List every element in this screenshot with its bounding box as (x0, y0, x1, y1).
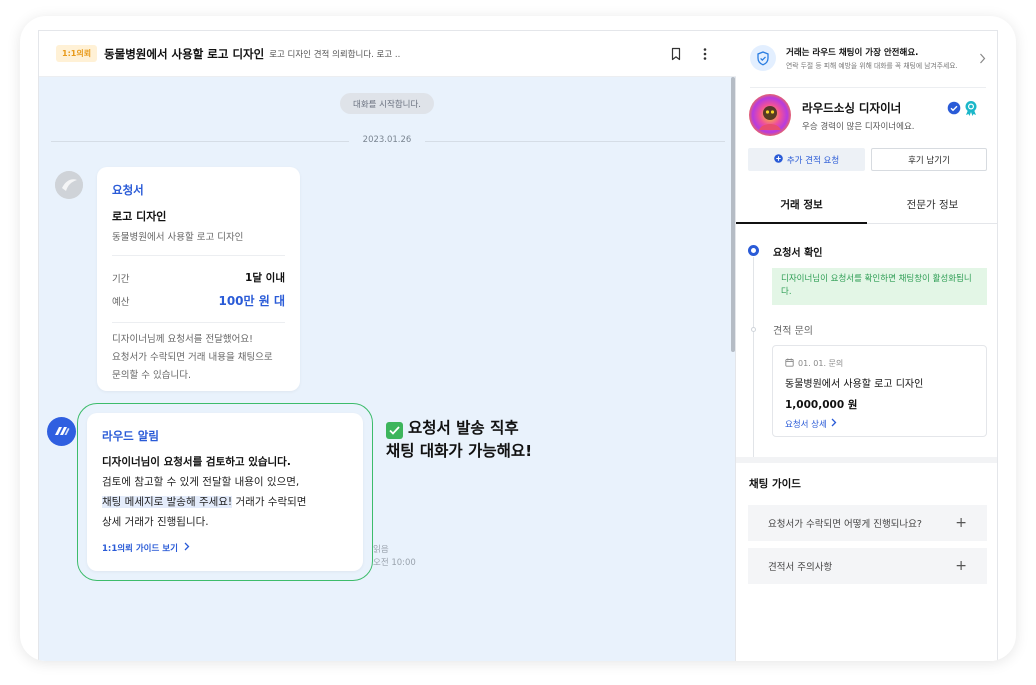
chat-subtitle: 로고 디자인 견적 의뢰합니다. 로고 .. (269, 49, 401, 60)
side-tabs: 거래 정보 전문가 정보 (736, 186, 997, 224)
safety-title: 거래는 라우드 채팅이 가장 안전해요. (786, 48, 919, 58)
date-divider-text: 2023.01.26 (362, 135, 412, 145)
request-item-description: 동물병원에서 사용할 로고 디자인 (112, 232, 244, 243)
plus-icon: + (955, 515, 967, 531)
read-meta: 읽음 오전 10:00 (373, 544, 416, 570)
step-quote-inquiry: 견적 문의 (773, 326, 813, 337)
date-divider-right (425, 141, 725, 142)
faq-item-quote-caution[interactable]: 견적서 주의사항 + (748, 548, 987, 584)
safety-banner[interactable]: 거래는 라우드 채팅이 가장 안전해요. 연락 두절 등 피해 예방을 위해 대… (750, 41, 986, 75)
request-detail-link[interactable]: 요청서 상세 (785, 418, 974, 430)
designer-name: 라우드소싱 디자이너 (802, 101, 902, 115)
check-mark-icon (386, 422, 403, 439)
request-card: 요청서 로고 디자인 동물병원에서 사용할 로고 디자인 기간 1달 이내 예산… (97, 167, 300, 391)
alert-line: 디자이너님이 요청서를 검토하고 있습니다. (102, 456, 291, 468)
budget-value: 100만 원 대 (218, 294, 285, 308)
app-frame: 1:1의뢰 동물병원에서 사용할 로고 디자인 로고 디자인 견적 의뢰합니다.… (20, 16, 1016, 661)
estimate-date-text: 01. 01. 문의 (798, 359, 844, 368)
read-time: 오전 10:00 (373, 558, 416, 568)
section-separator (736, 457, 997, 463)
side-divider (750, 87, 986, 88)
period-label: 기간 (112, 273, 130, 285)
alert-card-title: 라우드 알림 (102, 429, 159, 443)
date-divider-left (51, 141, 349, 142)
system-avatar (55, 171, 83, 199)
chat-guide-title: 채팅 가이드 (749, 478, 801, 490)
additional-quote-button[interactable]: 추가 견적 요청 (748, 148, 865, 171)
request-card-divider-2 (112, 322, 285, 323)
bookmark-icon[interactable] (670, 46, 684, 62)
alert-line: 검토에 참고할 수 있게 전달할 내용이 있으면, (102, 476, 300, 488)
shield-icon (750, 45, 776, 71)
chat-scrollbar[interactable] (731, 77, 735, 352)
award-badge-icon (964, 100, 978, 116)
safety-subtitle: 연락 두절 등 피해 예방을 위해 대화를 꼭 채팅에 남겨주세요. (786, 62, 958, 70)
request-detail-label: 요청서 상세 (785, 420, 827, 430)
chat-title: 동물병원에서 사용할 로고 디자인 (104, 46, 265, 61)
read-status: 읽음 (373, 545, 389, 555)
estimate-date: 01. 01. 문의 (785, 358, 974, 369)
chevron-right-icon (184, 542, 190, 554)
tab-expert-info[interactable]: 전문가 정보 (867, 186, 997, 223)
designer-subtitle: 우승 경력이 많은 디자이너에요. (802, 122, 915, 132)
request-card-title: 요청서 (112, 183, 144, 197)
step-request-message: 디자이너님이 요청서를 확인하면 채팅창이 활성화됩니다. (772, 268, 987, 305)
request-note-line: 디자이너님께 요청서를 전달했어요! (112, 334, 253, 345)
alert-highlight-text: 채팅 메세지로 발송해 주세요! (102, 496, 233, 508)
inquiry-badge: 1:1의뢰 (56, 45, 98, 62)
callout-text: 요청서 발송 직후 채팅 대화가 가능해요! (386, 417, 532, 463)
timeline-dot (751, 327, 756, 332)
tab-transaction-info[interactable]: 거래 정보 (736, 186, 867, 224)
period-value: 1달 이내 (245, 272, 285, 284)
period-row: 기간 1달 이내 (112, 266, 285, 289)
plus-icon: + (955, 558, 967, 574)
alert-line-3: 채팅 메세지로 발송해 주세요! 거래가 수락되면 (102, 492, 348, 512)
app-window: 1:1의뢰 동물병원에서 사용할 로고 디자인 로고 디자인 견적 의뢰합니다.… (38, 30, 998, 661)
estimate-name: 동물병원에서 사용할 로고 디자인 (785, 379, 924, 390)
request-note-line: 문의할 수 있습니다. (112, 370, 191, 381)
alert-line-rest: 거래가 수락되면 (232, 496, 307, 508)
loud-avatar (47, 417, 76, 446)
estimate-card: 01. 01. 문의 동물병원에서 사용할 로고 디자인 1,000,000 원… (772, 345, 987, 437)
calendar-icon (785, 358, 794, 369)
faq-label: 견적서 주의사항 (768, 562, 833, 573)
faq-label: 요청서가 수락되면 어떻게 진행되나요? (768, 519, 922, 530)
chat-panel: 1:1의뢰 동물병원에서 사용할 로고 디자인 로고 디자인 견적 의뢰합니다.… (39, 31, 736, 661)
request-note-line: 요청서가 수락되면 거래 내용을 채팅으로 (112, 352, 273, 363)
request-card-divider (112, 255, 285, 256)
write-review-button[interactable]: 후기 남기기 (871, 148, 987, 171)
callout-line-1: 요청서 발송 직후 (386, 417, 532, 440)
chevron-right-icon (979, 49, 986, 68)
request-item-name: 로고 디자인 (112, 210, 167, 223)
step-request-check: 요청서 확인 (773, 248, 823, 259)
estimate-price: 1,000,000 원 (785, 399, 858, 411)
guide-link-label: 1:1의뢰 가이드 보기 (102, 544, 178, 554)
faq-item-after-accept[interactable]: 요청서가 수락되면 어떻게 진행되나요? + (748, 505, 987, 541)
timeline-line (753, 257, 754, 457)
callout-line-1-text: 요청서 발송 직후 (408, 419, 519, 437)
additional-quote-label: 추가 견적 요청 (786, 155, 840, 166)
designer-avatar[interactable] (749, 94, 791, 136)
more-vertical-icon[interactable] (699, 46, 713, 62)
alert-card: 라우드 알림 디자이너님이 요청서를 검토하고 있습니다. 검토에 참고할 수 … (87, 413, 363, 571)
budget-row: 예산 100만 원 대 (112, 289, 285, 312)
chat-header: 1:1의뢰 동물병원에서 사용할 로고 디자인 로고 디자인 견적 의뢰합니다.… (39, 31, 736, 77)
guide-link[interactable]: 1:1의뢰 가이드 보기 (102, 542, 348, 554)
alert-line: 상세 거래가 진행됩니다. (102, 516, 209, 528)
chat-start-pill: 대화를 시작합니다. (340, 93, 434, 114)
verified-check-icon (947, 100, 961, 115)
budget-label: 예산 (112, 296, 130, 308)
side-panel: 거래는 라우드 채팅이 가장 안전해요. 연락 두절 등 피해 예방을 위해 대… (736, 31, 997, 661)
plus-circle-icon (774, 153, 783, 166)
chevron-right-icon (831, 418, 837, 430)
request-note: 디자이너님께 요청서를 전달했어요! 요청서가 수락되면 거래 내용을 채팅으로… (112, 331, 285, 385)
callout-line-2: 채팅 대화가 가능해요! (386, 442, 533, 460)
timeline-dot-active (748, 245, 759, 256)
